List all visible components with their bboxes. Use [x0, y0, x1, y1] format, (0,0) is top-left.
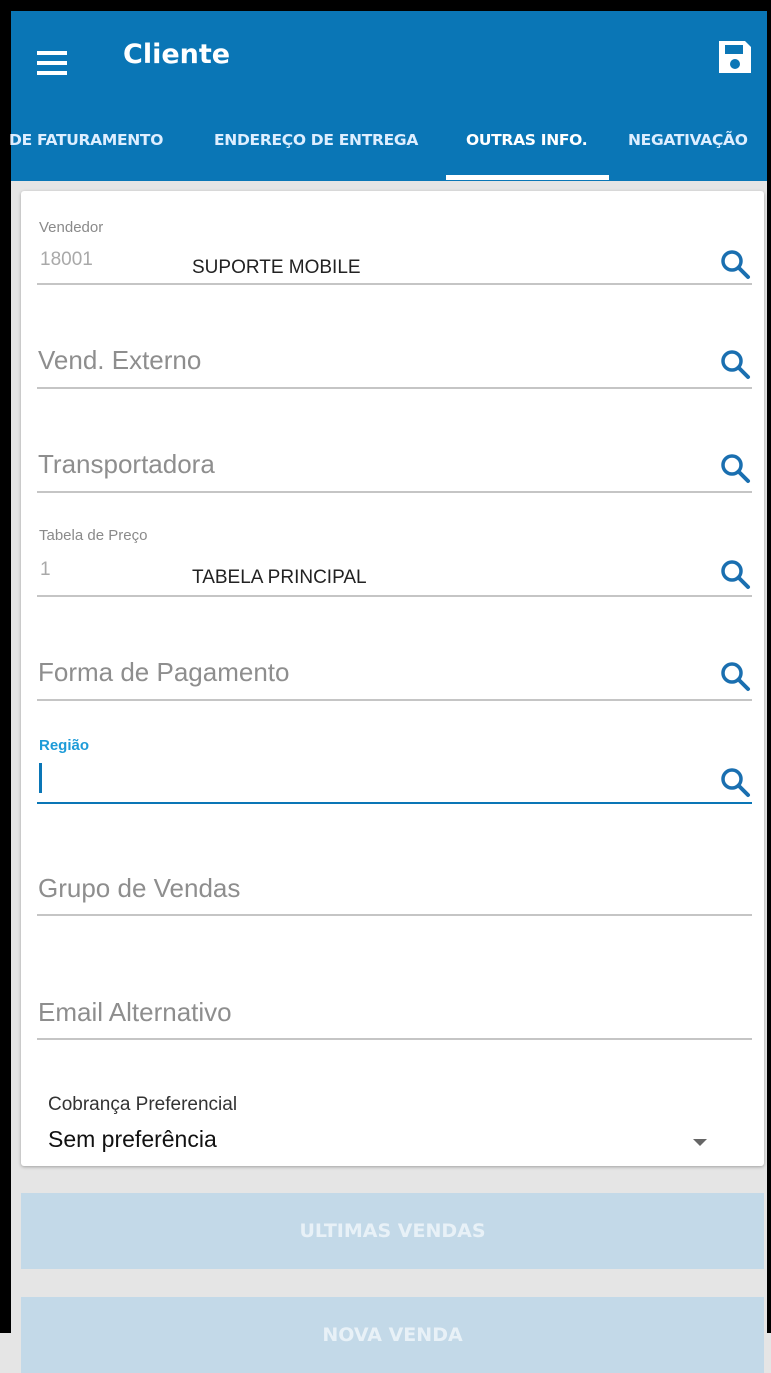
search-icon[interactable] [718, 247, 752, 281]
cobranca-label: Cobrança Preferencial [48, 1094, 238, 1115]
grupo-vendas-field[interactable]: Grupo de Vendas [37, 859, 752, 919]
ultimas-vendas-button[interactable]: ULTIMAS VENDAS [21, 1193, 764, 1269]
vend-externo-field[interactable]: Vend. Externo [37, 331, 752, 391]
form-card: Vendedor 18001 SUPORTE MOBILE Vend. Exte… [21, 191, 764, 1166]
tabela-preco-field[interactable]: Tabela de Preço 1 TABELA PRINCIPAL [37, 525, 752, 600]
tabela-preco-label: Tabela de Preço [39, 527, 148, 544]
tab-endereco-entrega[interactable]: ENDEREÇO DE ENTREGA [214, 131, 418, 149]
tab-negativacao[interactable]: NEGATIVAÇÃO [628, 131, 748, 149]
search-icon[interactable] [718, 659, 752, 693]
email-alternativo-underline [37, 1038, 752, 1040]
regiao-label: Região [39, 737, 90, 754]
transportadora-input[interactable]: Transportadora [38, 449, 215, 480]
forma-pagamento-field[interactable]: Forma de Pagamento [37, 643, 752, 703]
grupo-vendas-input[interactable]: Grupo de Vendas [38, 873, 240, 904]
tab-faturamento[interactable]: DE FATURAMENTO [9, 131, 163, 149]
vendedor-field[interactable]: Vendedor 18001 SUPORTE MOBILE [37, 217, 752, 287]
regiao-field[interactable]: Região [37, 731, 752, 806]
search-icon[interactable] [718, 557, 752, 591]
menu-icon[interactable] [37, 51, 69, 75]
vendedor-underline [37, 283, 752, 285]
tabela-preco-description: TABELA PRINCIPAL [192, 567, 367, 588]
page-title: Cliente [123, 39, 231, 70]
app-bar: Cliente DE FATURAMENTO ENDEREÇO DE ENTRE… [9, 11, 767, 181]
vend-externo-underline [37, 387, 752, 389]
vendedor-label: Vendedor [39, 219, 104, 236]
cobranca-select[interactable]: Sem preferência [48, 1126, 217, 1153]
tabela-preco-underline [37, 595, 752, 597]
vendedor-description: SUPORTE MOBILE [192, 257, 361, 278]
tab-bar: DE FATURAMENTO ENDEREÇO DE ENTREGA OUTRA… [9, 119, 767, 181]
tabela-preco-code: 1 [40, 559, 51, 580]
window-frame-top [0, 0, 771, 11]
transportadora-underline [37, 491, 752, 493]
window-frame-left [0, 0, 11, 1333]
transportadora-field[interactable]: Transportadora [37, 435, 752, 495]
forma-pagamento-underline [37, 699, 752, 701]
nova-venda-button[interactable]: NOVA VENDA [21, 1297, 764, 1373]
search-icon[interactable] [718, 451, 752, 485]
save-icon[interactable] [715, 37, 755, 77]
search-icon[interactable] [718, 765, 752, 799]
regiao-underline [37, 802, 752, 804]
search-icon[interactable] [718, 347, 752, 381]
grupo-vendas-underline [37, 914, 752, 916]
tab-outras-info[interactable]: OUTRAS INFO. [466, 131, 588, 149]
email-alternativo-input[interactable]: Email Alternativo [38, 997, 232, 1028]
text-cursor [39, 763, 42, 793]
forma-pagamento-input[interactable]: Forma de Pagamento [38, 657, 289, 688]
vend-externo-input[interactable]: Vend. Externo [38, 345, 201, 376]
active-tab-indicator [446, 175, 609, 180]
email-alternativo-field[interactable]: Email Alternativo [37, 983, 752, 1043]
window-frame-right [767, 0, 771, 1333]
vendedor-code: 18001 [40, 249, 93, 270]
dropdown-arrow-icon[interactable] [693, 1139, 707, 1146]
